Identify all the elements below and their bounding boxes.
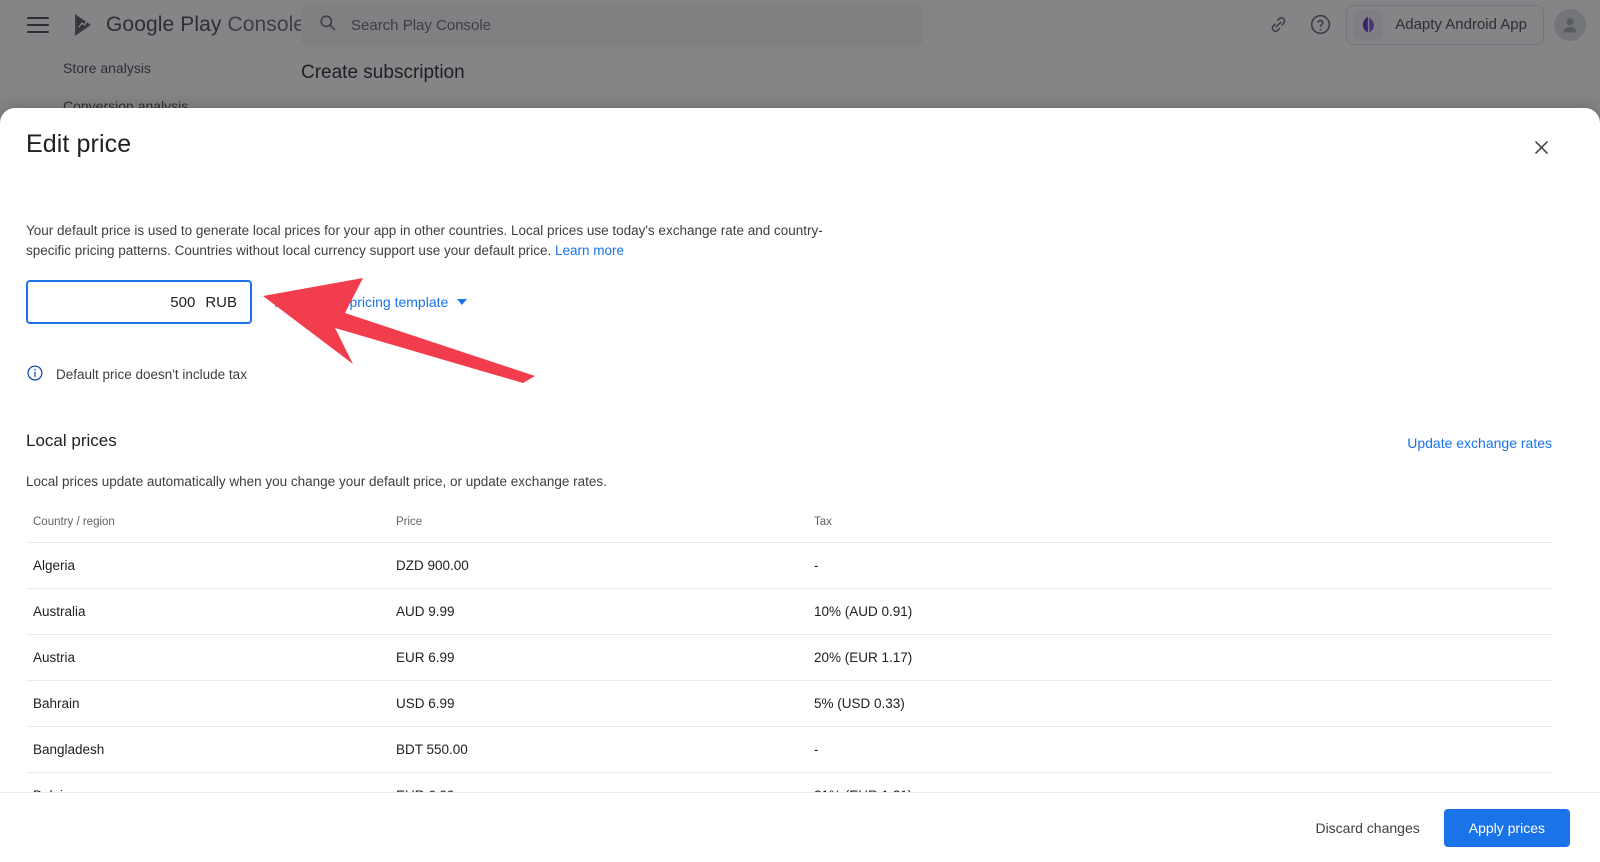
table-row: Algeria DZD 900.00-	[26, 542, 1552, 589]
dialog-header: Edit price	[0, 108, 1600, 159]
dialog-body[interactable]: Your default price is used to generate l…	[0, 159, 1600, 792]
price-cell: AUD 9.99	[396, 588, 814, 635]
table-header: Country / region Price Tax	[26, 516, 1552, 543]
update-exchange-rates-link[interactable]: Update exchange rates	[1407, 435, 1574, 451]
dialog-description-text: Your default price is used to generate l…	[26, 223, 823, 258]
price-currency: RUB	[205, 293, 237, 311]
price-row: 500 RUB Import from pricing template	[26, 280, 1574, 324]
country-cell: Belgium	[26, 772, 396, 792]
table-row: Australia AUD 9.99 10% (AUD 0.91)	[26, 588, 1552, 635]
price-cell: EUR 6.99	[396, 772, 814, 792]
country-cell: Bahrain	[26, 680, 396, 727]
table-row: Austria EUR 6.99 20% (EUR 1.17)	[26, 634, 1552, 681]
column-header-country: Country / region	[26, 516, 396, 543]
tax-cell: -	[814, 726, 1552, 773]
dialog-title: Edit price	[26, 130, 132, 158]
column-header-tax: Tax	[814, 516, 1552, 543]
local-prices-table: Country / region Price Tax Algeria DZD 90…	[26, 516, 1552, 792]
dialog-description: Your default price is used to generate l…	[26, 221, 832, 260]
price-cell: EUR 6.99	[396, 634, 814, 681]
import-pricing-template-label: Import from pricing template	[274, 294, 449, 310]
import-pricing-template-button[interactable]: Import from pricing template	[274, 294, 468, 310]
tax-cell: 21% (EUR 1.21)	[814, 772, 1552, 792]
price-value: 500	[170, 293, 196, 311]
apply-prices-button[interactable]: Apply prices	[1443, 808, 1570, 847]
country-cell: Australia	[26, 588, 396, 635]
country-cell: Bangladesh	[26, 726, 396, 773]
tax-note: Default price doesn't include tax	[26, 364, 1574, 385]
tax-cell: 5% (USD 0.33)	[814, 680, 1552, 727]
table-body: Algeria DZD 900.00- Australia AUD 9.99 10% (…	[26, 542, 1552, 792]
close-icon[interactable]	[1526, 132, 1556, 162]
local-prices-subtitle: Local prices update automatically when y…	[26, 474, 607, 489]
table-row: Bangladesh BDT 550.00-	[26, 726, 1552, 773]
learn-more-link[interactable]: Learn more	[555, 243, 624, 258]
country-cell: Algeria	[26, 542, 396, 589]
price-cell: DZD 900.00	[396, 542, 814, 589]
local-prices-title: Local prices	[26, 431, 117, 450]
chevron-down-icon	[457, 299, 468, 305]
edit-price-dialog: Edit price Your default price is used to…	[0, 108, 1600, 862]
price-cell: USD 6.99	[396, 680, 814, 727]
column-header-price: Price	[396, 516, 814, 543]
local-prices-header: Local prices Update exchange rates	[26, 431, 1574, 451]
tax-cell: -	[814, 542, 1552, 589]
tax-note-label: Default price doesn't include tax	[56, 367, 247, 382]
tax-cell: 10% (AUD 0.91)	[814, 588, 1552, 635]
table-header-row: Country / region Price Tax	[26, 516, 1552, 543]
dialog-footer: Discard changes Apply prices	[0, 792, 1600, 862]
default-price-input[interactable]: 500 RUB	[26, 280, 252, 324]
discard-changes-button[interactable]: Discard changes	[1301, 810, 1433, 846]
info-circle-icon	[26, 364, 44, 385]
table-row: BelgiumEUR 6.9921% (EUR 1.21)	[26, 772, 1552, 792]
country-cell: Austria	[26, 634, 396, 681]
price-cell: BDT 550.00	[396, 726, 814, 773]
table-row: Bahrain USD 6.99 5% (USD 0.33)	[26, 680, 1552, 727]
tax-cell: 20% (EUR 1.17)	[814, 634, 1552, 681]
